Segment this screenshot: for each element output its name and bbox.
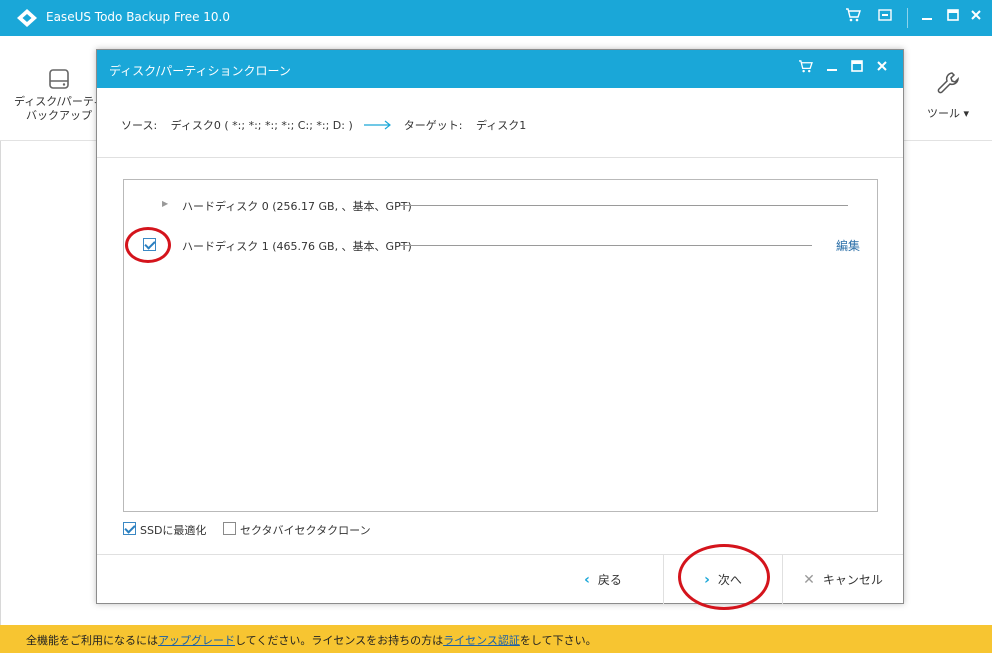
status-part1: 全機能をご利用になるには <box>26 634 158 647</box>
cancel-button[interactable]: ✕ キャンセル <box>783 555 903 604</box>
app-titlebar: EaseUS Todo Backup Free 10.0 <box>0 0 992 36</box>
sector-clone-label: セクタバイセクタクローン <box>240 524 371 537</box>
disk-tool-label-2: バックアップ <box>26 109 92 122</box>
upgrade-link[interactable]: アップグレード <box>158 634 235 647</box>
cart-icon[interactable] <box>843 8 863 28</box>
cancel-label: キャンセル <box>822 573 883 587</box>
minimize-icon[interactable] <box>917 8 937 28</box>
dialog-divider <box>97 157 903 158</box>
minimize-icon[interactable] <box>823 60 841 78</box>
cart-icon[interactable] <box>796 60 814 78</box>
disk-row-1[interactable]: ハードディスク 1 (465.76 GB, 、基本、GPT) 編集 <box>124 234 877 256</box>
close-icon[interactable] <box>873 60 891 78</box>
maximize-icon[interactable] <box>943 8 963 28</box>
disk-tool-label-1: ディスク/パーティ <box>14 95 105 108</box>
source-target-line: ソース: ディスク0 ( *:; *:; *:; *:; C:; *:; D: … <box>121 117 526 133</box>
titlebar-separator <box>907 8 908 28</box>
dialog-title: ディスク/パーティションクローン <box>109 64 291 78</box>
close-icon[interactable] <box>966 8 986 28</box>
maximize-icon[interactable] <box>848 60 866 78</box>
back-button[interactable]: ‹ 戻る <box>543 555 663 604</box>
triangle-right-icon[interactable]: ▶ <box>162 199 168 208</box>
status-part2: してください。ライセンスをお持ちの方は <box>235 634 444 647</box>
target-value: ディスク1 <box>476 119 527 132</box>
license-link[interactable]: ライセンス認証 <box>443 634 520 647</box>
status-text: 全機能をご利用になるにはアップグレードしてください。ライセンスをお持ちの方はライ… <box>26 632 597 648</box>
logo-icon <box>17 9 37 27</box>
status-bar: 全機能をご利用になるにはアップグレードしてください。ライセンスをお持ちの方はライ… <box>0 625 992 653</box>
disk-label-0: ハードディスク 0 (256.17 GB, 、基本、GPT) <box>182 198 418 214</box>
app-title: EaseUS Todo Backup Free 10.0 <box>46 10 230 24</box>
ssd-optimize-checkbox[interactable] <box>123 522 136 535</box>
status-part3: をして下さい。 <box>519 634 597 647</box>
wrench-icon <box>937 72 959 94</box>
window-icon[interactable] <box>875 8 895 28</box>
target-label: ターゲット: <box>403 119 463 132</box>
hard-drive-icon <box>49 69 69 89</box>
x-icon: ✕ <box>803 571 815 588</box>
disk-line-0 <box>400 205 848 206</box>
disk-row-0[interactable]: ▶ ハードディスク 0 (256.17 GB, 、基本、GPT) <box>124 194 877 216</box>
source-label: ソース: <box>121 119 158 132</box>
disk-1-checkbox[interactable] <box>143 238 156 251</box>
edit-link[interactable]: 編集 <box>836 237 860 254</box>
source-value: ディスク0 ( *:; *:; *:; *:; C:; *:; D: ) <box>170 119 353 132</box>
tools-label: ツール ▾ <box>926 107 970 120</box>
arrow-right-icon <box>364 120 392 130</box>
chevron-right-icon: › <box>704 571 710 588</box>
chevron-left-icon: ‹ <box>584 571 590 588</box>
next-button[interactable]: › 次へ <box>664 555 782 604</box>
sector-clone-checkbox[interactable] <box>223 522 236 535</box>
ssd-optimize-label: SSDに最適化 <box>140 524 207 537</box>
disk-list: ▶ ハードディスク 0 (256.17 GB, 、基本、GPT) ハードディスク… <box>123 179 878 512</box>
disk-line-1 <box>400 245 812 246</box>
next-label: 次へ <box>717 573 742 587</box>
disk-label-1: ハードディスク 1 (465.76 GB, 、基本、GPT) <box>182 238 418 254</box>
back-label: 戻る <box>597 573 622 587</box>
dialog-titlebar: ディスク/パーティションクローン <box>97 50 903 88</box>
clone-dialog: ディスク/パーティションクローン ソース: ディスク0 ( *:; *:; *:… <box>96 49 904 610</box>
tools-menu[interactable]: ツール ▾ <box>918 70 978 121</box>
disk-backup-tool[interactable]: ディスク/パーティ バックアップ <box>14 66 104 123</box>
